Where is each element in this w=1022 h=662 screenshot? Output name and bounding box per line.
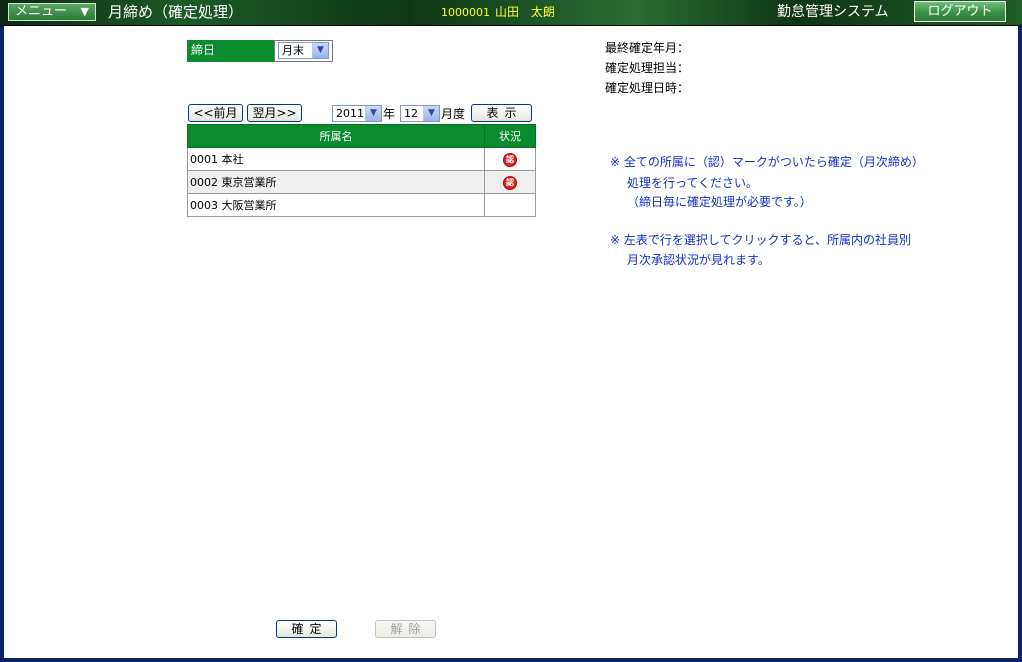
user-id: 1000001	[441, 6, 490, 19]
month-value: 12	[404, 107, 418, 120]
note-line: ※ 左表で行を選択してクリックすると、所属内の社員別	[610, 233, 912, 247]
month-select[interactable]: 12 ▼	[400, 105, 440, 122]
triangle-down-icon: ▼	[80, 5, 89, 18]
chevron-down-icon: ▼	[312, 43, 328, 58]
column-header-department: 所属名	[187, 124, 485, 148]
last-confirmed-month-label: 最終確定年月：	[605, 41, 690, 55]
closing-day-value: 月末	[282, 44, 304, 57]
note-line: ※ 全ての所属に（認）マークがついたら確定（月次締め）	[610, 155, 924, 169]
note-line: （締日毎に確定処理が必要です。）	[627, 195, 812, 209]
status-cell: 認	[484, 170, 536, 194]
window-frame	[0, 0, 1022, 662]
year-value: 2011	[336, 107, 364, 120]
system-name: 勤怠管理システム	[777, 4, 889, 20]
department-table: 所属名 状況 0001 本社 認 0002 東京営業所 認 0003 大阪営業所	[187, 124, 536, 217]
page-title: 月締め（確定処理）	[108, 3, 244, 21]
status-cell	[484, 193, 536, 217]
confirm-button[interactable]: 確定	[276, 620, 337, 638]
note-line: 月次承認状況が見れます。	[627, 253, 770, 267]
menu-button-label: メニュー	[15, 4, 68, 19]
closing-day-select[interactable]: 月末 ▼	[278, 42, 329, 59]
year-unit-label: 年	[383, 107, 396, 121]
table-header-row: 所属名 状況	[187, 124, 536, 148]
user-name: 山田 太朗	[495, 5, 555, 19]
table-row[interactable]: 0001 本社 認	[187, 147, 536, 171]
status-cell: 認	[484, 147, 536, 171]
closing-day-label: 締日	[187, 40, 274, 62]
top-header-bar: メニュー ▼ 月締め（確定処理） 1000001 山田 太朗 勤怠管理システム …	[0, 0, 1022, 26]
column-header-status: 状況	[484, 124, 536, 148]
chevron-down-icon: ▼	[423, 106, 439, 121]
approved-stamp-icon: 認	[503, 175, 517, 190]
department-name: 0002 東京営業所	[187, 170, 485, 194]
logout-button[interactable]: ログアウト	[914, 1, 1006, 22]
year-select[interactable]: 2011 ▼	[332, 105, 382, 122]
note-line: 処理を行ってください。	[627, 176, 759, 190]
table-row[interactable]: 0003 大阪営業所	[187, 193, 536, 217]
chevron-down-icon: ▼	[365, 106, 381, 121]
table-row[interactable]: 0002 東京営業所 認	[187, 170, 536, 194]
month-unit-label: 月度	[441, 107, 466, 121]
prev-month-button[interactable]: <<前月	[188, 104, 243, 122]
department-name: 0001 本社	[187, 147, 485, 171]
next-month-button[interactable]: 翌月>>	[247, 104, 302, 122]
department-name: 0003 大阪営業所	[187, 193, 485, 217]
release-button[interactable]: 解除	[375, 620, 436, 638]
confirm-person-label: 確定処理担当：	[605, 61, 690, 75]
confirm-datetime-label: 確定処理日時：	[605, 81, 690, 95]
show-button[interactable]: 表示	[471, 104, 532, 122]
approved-stamp-icon: 認	[503, 152, 517, 167]
menu-button[interactable]: メニュー ▼	[8, 3, 96, 21]
